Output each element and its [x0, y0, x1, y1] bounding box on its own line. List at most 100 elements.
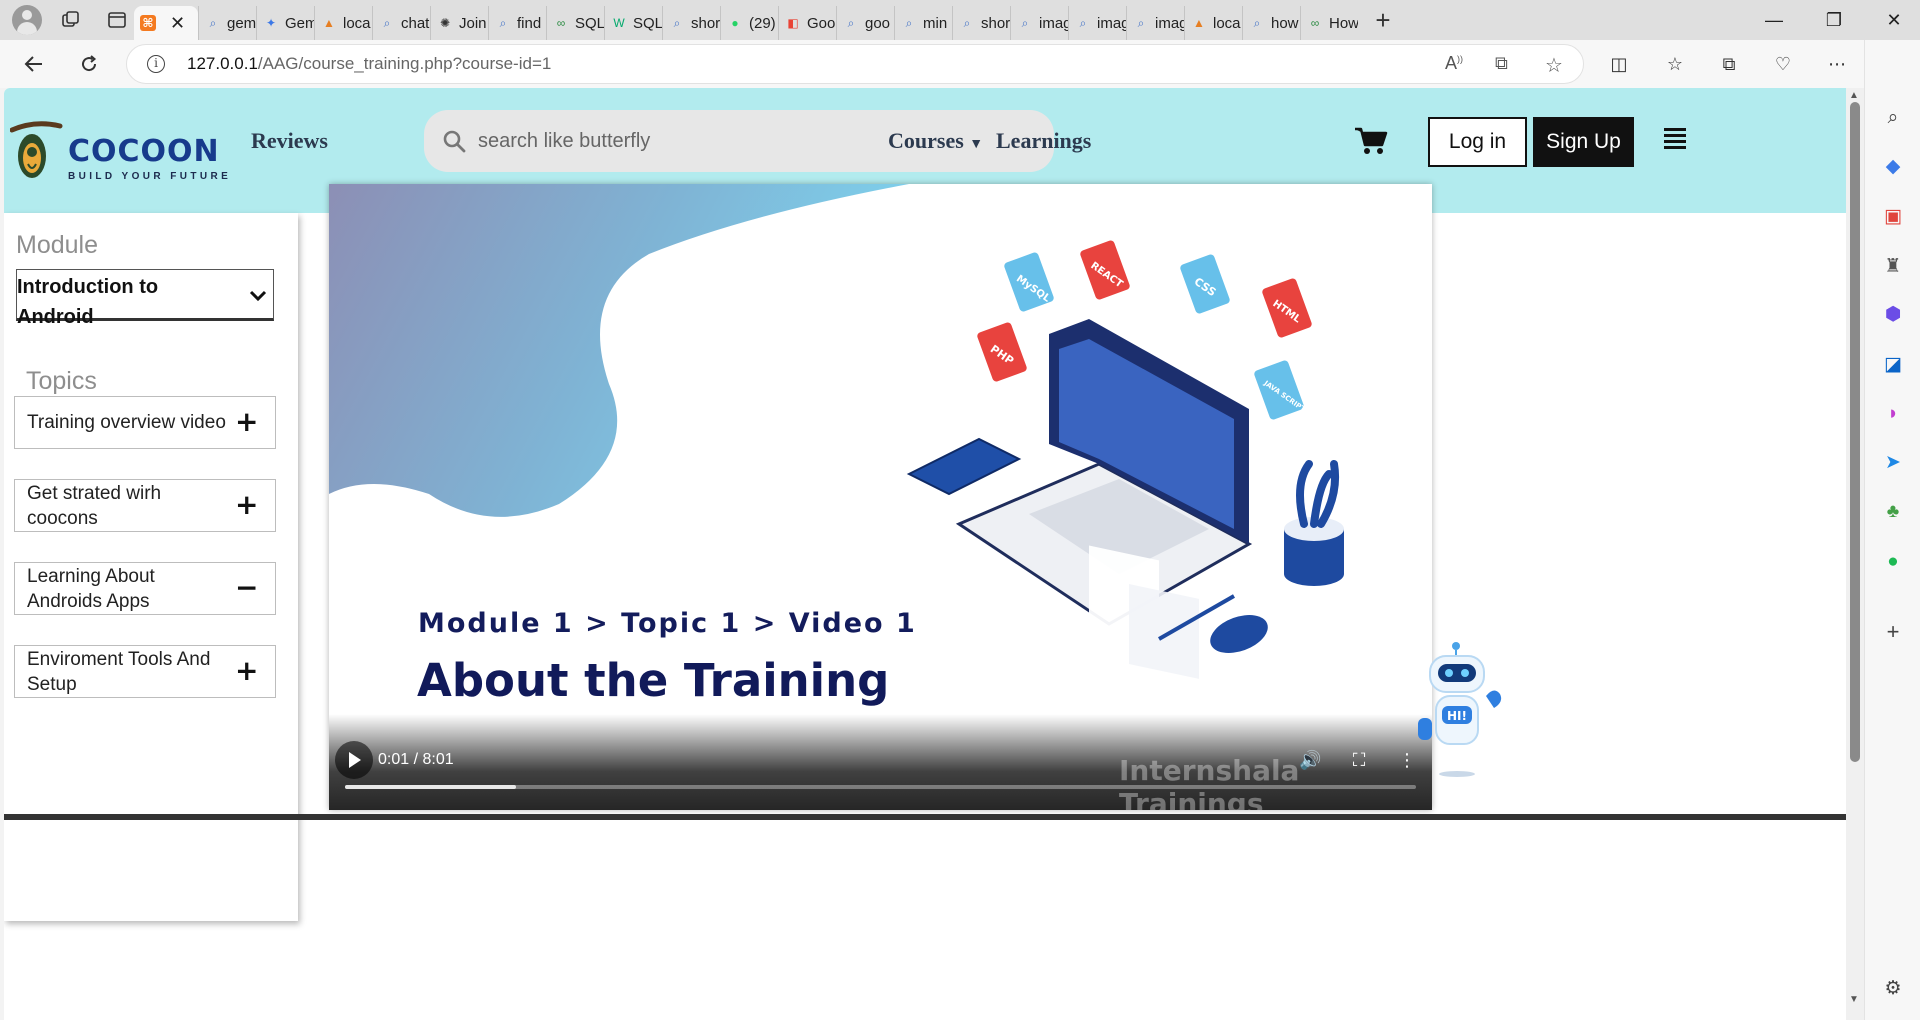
url-host: 127.0.0.1 [187, 54, 258, 73]
browser-tab[interactable]: ▲ loca [314, 6, 372, 40]
search-icon: ⌕ [383, 15, 391, 30]
tree-icon[interactable]: ♣ [1881, 500, 1905, 524]
browser-tab[interactable]: ⌕ imag [1068, 6, 1126, 40]
profile-avatar-icon[interactable] [12, 5, 42, 35]
spotify-icon[interactable]: ● [1881, 550, 1905, 574]
hamburger-menu-icon[interactable] [1664, 128, 1686, 149]
browser-tab-label: How [1329, 14, 1358, 32]
outlook-icon[interactable]: ◪ [1881, 352, 1905, 376]
search-icon: ⌕ [1079, 15, 1087, 30]
split-screen-icon[interactable]: ◫ [1602, 48, 1636, 80]
scroll-down-icon[interactable]: ▼ [1849, 994, 1859, 1005]
chatbot-robot-icon: HI! [1418, 642, 1502, 777]
logo-tagline: BUILD YOUR FUTURE [68, 171, 232, 182]
browser-toolbar: i 127.0.0.1/AAG/course_training.php?cour… [0, 40, 1920, 88]
browser-tab[interactable]: ∞ How [1300, 6, 1358, 40]
topic-item[interactable]: Learning About Androids Apps − [14, 562, 276, 615]
designer-icon[interactable]: ◗ [1881, 402, 1905, 426]
telegram-icon[interactable]: ➤ [1881, 450, 1905, 474]
scroll-up-icon[interactable]: ▲ [1849, 90, 1859, 101]
collapse-minus-icon[interactable]: − [235, 574, 258, 602]
browser-tab[interactable]: ✦ Gem [256, 6, 314, 40]
volume-icon[interactable]: 🔊 [1299, 750, 1321, 770]
topic-item[interactable]: Get strated wirh coocons + [14, 479, 276, 532]
browser-tab[interactable]: ✺ Join [430, 6, 488, 40]
expand-plus-icon[interactable]: + [235, 657, 258, 685]
search-icon[interactable] [442, 129, 466, 153]
read-aloud-icon[interactable]: A)) [1445, 53, 1463, 74]
microsoft365-icon[interactable]: ⬢ [1881, 302, 1905, 326]
play-icon[interactable] [335, 741, 373, 779]
browser-tab[interactable]: ⌕ shor [662, 6, 720, 40]
nav-learnings[interactable]: Learnings [996, 128, 1091, 154]
browser-tab[interactable]: ⌕ gem [198, 6, 256, 40]
tools-briefcase-icon[interactable]: ▣ [1881, 204, 1905, 228]
search-icon: ⌕ [209, 15, 217, 30]
new-tab-icon[interactable]: + [1366, 5, 1400, 35]
phpmyadmin-icon: ▲ [323, 16, 335, 30]
browser-tab[interactable]: ⌕ how [1242, 6, 1300, 40]
topic-item[interactable]: Training overview video + [14, 396, 276, 449]
expand-plus-icon[interactable]: + [235, 408, 258, 436]
topic-item[interactable]: Enviroment Tools And Setup + [14, 645, 276, 698]
browser-tab-label: find [517, 14, 542, 32]
expand-plus-icon[interactable]: + [235, 491, 258, 519]
favorites-icon[interactable]: ☆ [1658, 48, 1692, 80]
nav-courses[interactable]: Courses ▼ [888, 128, 983, 154]
shopping-tag-icon[interactable]: ◆ [1881, 154, 1905, 178]
browser-tab-label: how [1271, 14, 1299, 32]
tab-close-icon[interactable]: ✕ [170, 13, 185, 34]
tab-actions-icon[interactable] [100, 5, 134, 35]
browser-tab[interactable]: ∞ SQL [546, 6, 604, 40]
login-button[interactable]: Log in [1428, 117, 1527, 167]
browser-tab[interactable]: ● (29) [720, 6, 778, 40]
url-text[interactable]: 127.0.0.1/AAG/course_training.php?course… [187, 54, 551, 74]
scrollbar-thumb[interactable] [1850, 102, 1860, 762]
browser-tab[interactable]: ⌕ imag [1126, 6, 1184, 40]
nav-reviews[interactable]: Reviews [251, 128, 328, 154]
browser-tab[interactable]: ⌕ shor [952, 6, 1010, 40]
refresh-icon[interactable] [72, 48, 106, 80]
browser-tab[interactable]: ▲ loca [1184, 6, 1242, 40]
workspaces-icon[interactable] [54, 5, 88, 35]
browser-tab[interactable]: W SQL [604, 6, 662, 40]
browser-tab-label: goo [865, 14, 891, 32]
fullscreen-icon[interactable]: ⛶ [1349, 750, 1369, 770]
cart-icon[interactable] [1354, 126, 1388, 156]
tab-current[interactable]: ⌘ ✕ [134, 6, 198, 40]
browser-tab[interactable]: ⌕ find [488, 6, 546, 40]
browser-tab[interactable]: ⌕ imag [1010, 6, 1068, 40]
url-path: /AAG/course_training.php?course-id=1 [257, 54, 552, 73]
restore-icon[interactable]: ❐ [1804, 0, 1864, 40]
site-info-icon[interactable]: i [147, 55, 165, 73]
collections-icon[interactable]: ⧉ [1712, 48, 1746, 80]
search-sidebar-icon[interactable]: ⌕ [1881, 106, 1905, 130]
sidebar-settings-icon[interactable]: ⚙ [1881, 976, 1905, 1000]
module-select[interactable]: Introduction to Android [16, 269, 274, 328]
close-window-icon[interactable]: ✕ [1864, 0, 1920, 40]
page-viewport: COCOON BUILD YOUR FUTURE Reviews Courses… [4, 88, 1846, 1020]
favorite-star-icon[interactable]: ☆ [1545, 53, 1563, 78]
xampp-icon: ⌘ [140, 15, 156, 31]
topic-label: Enviroment Tools And Setup [27, 648, 211, 695]
cocoon-logo[interactable]: COCOON BUILD YOUR FUTURE [10, 118, 240, 188]
app-available-icon[interactable]: ⧉ [1495, 53, 1508, 74]
minimize-icon[interactable]: — [1744, 0, 1804, 40]
browser-tab[interactable]: ⌕ chat [372, 6, 430, 40]
browser-essentials-icon[interactable]: ♡ [1766, 48, 1800, 80]
browser-tab[interactable]: ⌕ min [894, 6, 952, 40]
video-breadcrumb: Module 1 > Topic 1 > Video 1 [418, 608, 917, 639]
games-icon[interactable]: ♜ [1881, 254, 1905, 278]
more-menu-icon[interactable]: ⋯ [1820, 48, 1854, 80]
address-bar[interactable]: i 127.0.0.1/AAG/course_training.php?cour… [126, 44, 1584, 84]
browser-tab[interactable]: ⌕ goo [836, 6, 894, 40]
add-sidebar-app-icon[interactable]: + [1881, 619, 1905, 644]
browser-tab[interactable]: ◧ Goo [778, 6, 836, 40]
chatbot-mascot[interactable]: HI! [1412, 638, 1512, 788]
video-player[interactable]: MySQL REACT CSS HTML PHP JAVA SCRIPT Mod… [329, 184, 1432, 810]
video-progress-bar[interactable] [345, 785, 1416, 789]
edge-sidebar: ⌕ ◆ ▣ ♜ ⬢ ◪ ◗ ➤ ♣ ● + ⚙ [1864, 40, 1920, 1020]
page-scrollbar[interactable]: ▲ ▼ [1846, 88, 1864, 1020]
signup-button[interactable]: Sign Up [1533, 117, 1634, 167]
back-icon[interactable] [17, 48, 51, 80]
